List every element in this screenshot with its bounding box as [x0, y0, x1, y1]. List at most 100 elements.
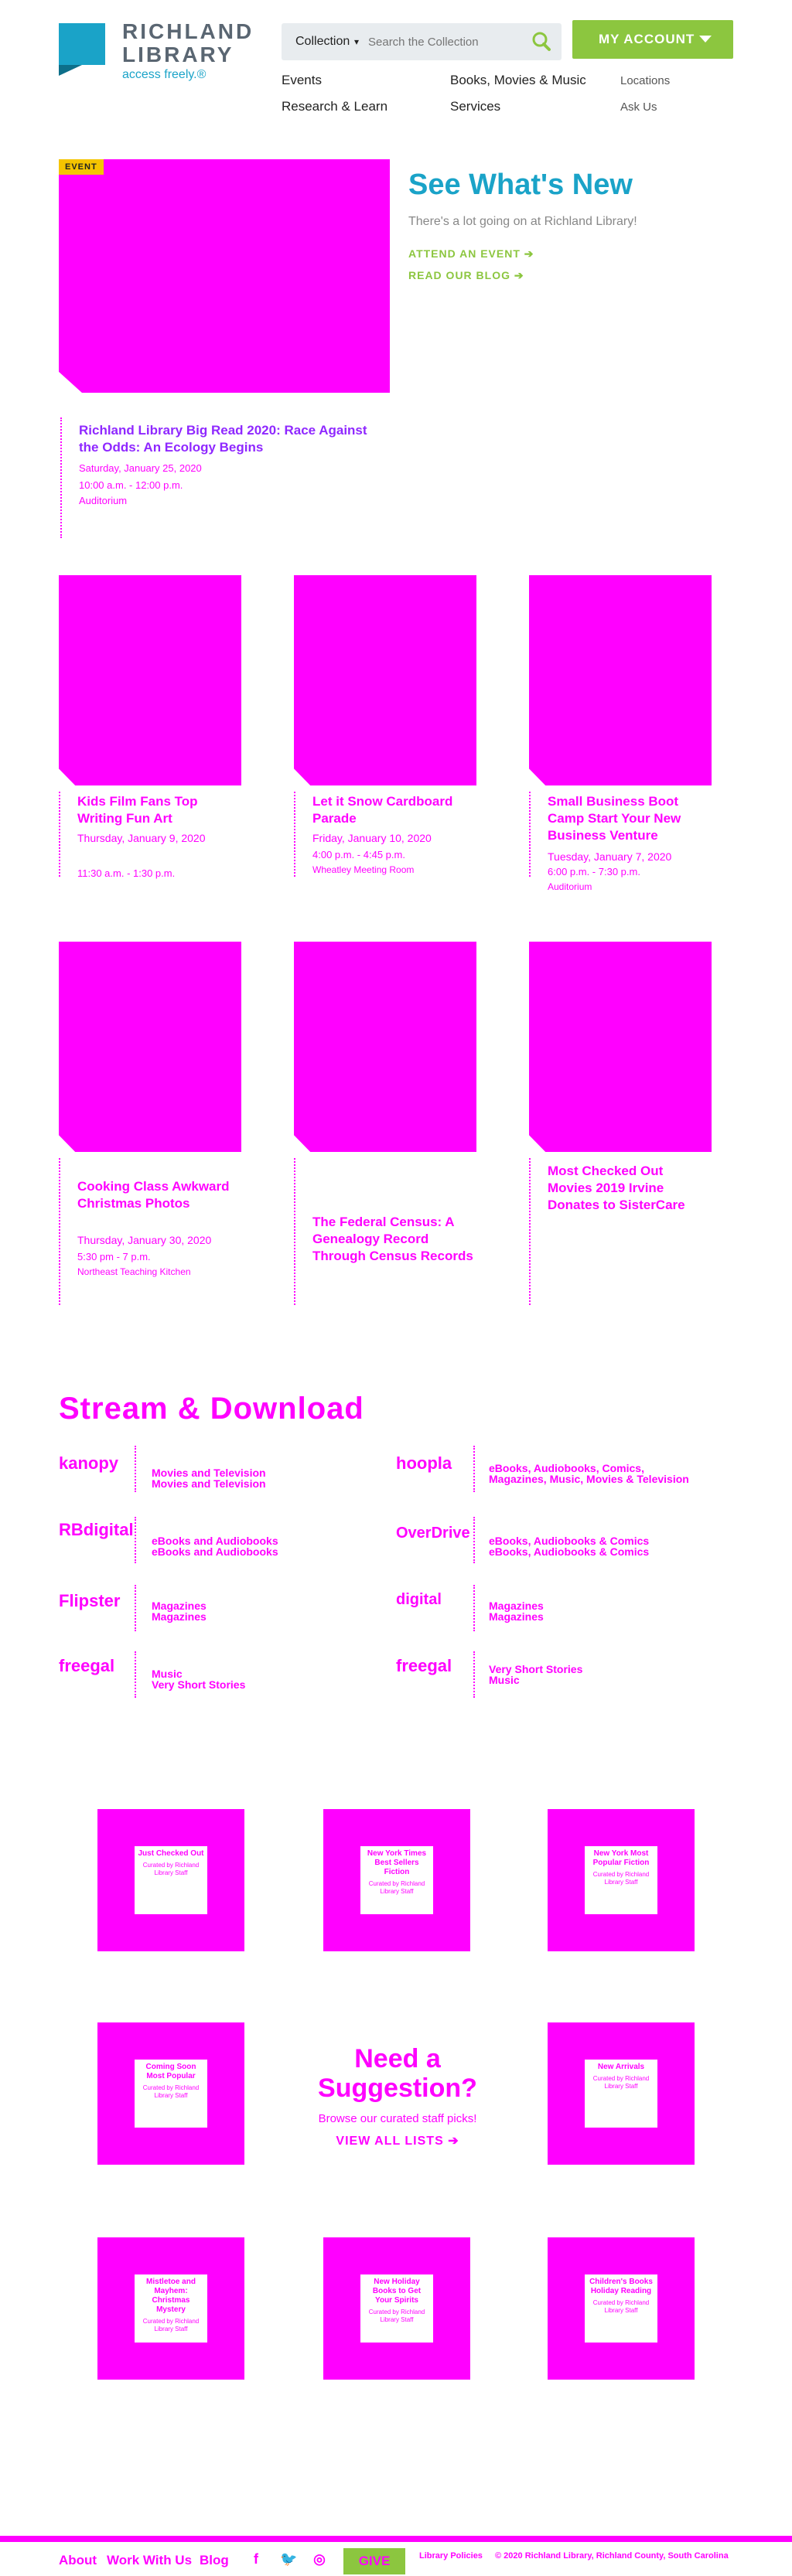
- event-image[interactable]: [294, 942, 476, 1152]
- instagram-icon[interactable]: ◎: [311, 2551, 328, 2571]
- footer-work-with-us-link[interactable]: Work With Us: [107, 2553, 192, 2568]
- list-tile[interactable]: New York Most Popular Fiction Curated by …: [548, 1809, 695, 1951]
- footer-blog-link[interactable]: Blog: [200, 2553, 229, 2568]
- list-tile[interactable]: Children's Books Holiday Reading Curated …: [548, 2237, 695, 2380]
- list-cover: New Arrivals Curated by Richland Library …: [582, 2056, 661, 2131]
- library-policies-link[interactable]: Library Policies: [419, 2551, 483, 2561]
- site-footer: About Work With Us Blog f 🐦 ◎ GIVE Libra…: [0, 2536, 792, 2576]
- list-tile[interactable]: New Arrivals Curated by Richland Library …: [548, 2022, 695, 2165]
- event-divider: [59, 792, 60, 877]
- list-tile[interactable]: New York Times Best Sellers Fiction Curat…: [323, 1809, 470, 1951]
- service-divider: [473, 1585, 475, 1631]
- event-image[interactable]: [59, 942, 241, 1152]
- event-image[interactable]: [529, 575, 712, 785]
- whats-new-subtitle: There's a lot going on at Richland Libra…: [408, 215, 637, 228]
- suggestion-subtitle: Browse our curated staff picks!: [318, 2112, 477, 2125]
- featured-event-time: 10:00 a.m. - 12:00 p.m.: [79, 479, 183, 491]
- list-cover: Children's Books Holiday Reading Curated …: [582, 2271, 661, 2346]
- service-divider: [135, 1446, 136, 1492]
- service-divider: [135, 1651, 136, 1698]
- footer-about-link[interactable]: About: [59, 2553, 97, 2568]
- service-description: eBooks, Audiobooks, Comics, Magazines, Mu…: [489, 1462, 689, 1485]
- rbdigital-logo[interactable]: RBdigital: [59, 1520, 134, 1557]
- attend-event-link[interactable]: ATTEND AN EVENT ➔: [408, 247, 534, 261]
- kanopy-logo[interactable]: kanopy: [59, 1453, 128, 1491]
- event-title[interactable]: Small Business Boot Camp Start Your New …: [548, 793, 710, 844]
- search-input[interactable]: [368, 30, 521, 53]
- facebook-icon[interactable]: f: [248, 2551, 265, 2571]
- hoopla-logo[interactable]: hoopla: [396, 1453, 466, 1491]
- event-divider: [529, 1158, 531, 1305]
- event-image[interactable]: [294, 575, 476, 785]
- service-description: Magazines Magazines: [489, 1600, 544, 1623]
- twitter-icon[interactable]: 🐦: [280, 2551, 297, 2571]
- search-scope-select[interactable]: Collection: [289, 31, 362, 53]
- service-divider: [473, 1517, 475, 1563]
- nav-books-movies-music[interactable]: Books, Movies & Music: [450, 73, 586, 88]
- list-tile[interactable]: New Holiday Books to Get Your Spirits Cur…: [323, 2237, 470, 2380]
- suggestion-block: Need a Suggestion? Browse our curated st…: [312, 2044, 483, 2148]
- search-icon[interactable]: [529, 29, 554, 54]
- nav-ask-us[interactable]: Ask Us: [620, 101, 657, 114]
- event-title[interactable]: Most Checked Out Movies 2019 Irvine Dona…: [548, 1163, 710, 1214]
- event-divider: [294, 792, 295, 877]
- event-divider: [529, 792, 531, 877]
- service-divider: [473, 1651, 475, 1698]
- list-cover: Just Checked Out Curated by Richland Libr…: [131, 1843, 210, 1917]
- nav-locations[interactable]: Locations: [620, 74, 670, 87]
- event-date: Thursday, January 9, 2020: [77, 832, 206, 844]
- event-image[interactable]: [529, 942, 712, 1152]
- event-room: Auditorium: [548, 881, 592, 892]
- overdrive-logo[interactable]: OverDrive: [396, 1525, 470, 1562]
- service-description: Music Very Short Stories: [152, 1668, 246, 1691]
- copyright-text: © 2020 Richland Library, Richland County…: [495, 2551, 729, 2561]
- stream-download-heading: Stream & Download: [59, 1392, 364, 1426]
- event-time: 6:00 p.m. - 7:30 p.m.: [548, 866, 640, 877]
- featured-event-title[interactable]: Richland Library Big Read 2020: Race Aga…: [79, 422, 373, 456]
- logo-mark-icon: [59, 23, 105, 76]
- service-description: eBooks, Audiobooks & Comics eBooks, Audio…: [489, 1535, 650, 1558]
- site-logo[interactable]: RICHLAND LIBRARY access freely.®: [59, 20, 260, 88]
- list-cover: New York Times Best Sellers Fiction Curat…: [357, 1843, 436, 1917]
- service-description: Movies and Television Movies and Televisi…: [152, 1467, 266, 1490]
- list-cover: New Holiday Books to Get Your Spirits Cur…: [357, 2271, 436, 2346]
- nav-services[interactable]: Services: [450, 99, 500, 114]
- freegal-logo[interactable]: freegal: [59, 1656, 128, 1693]
- freegal-logo[interactable]: freegal: [396, 1656, 466, 1693]
- service-description: Magazines Magazines: [152, 1600, 207, 1623]
- give-button[interactable]: GIVE: [343, 2548, 405, 2574]
- event-divider: [59, 1158, 60, 1305]
- featured-event-room: Auditorium: [79, 495, 128, 506]
- event-date: Tuesday, January 7, 2020: [548, 850, 672, 863]
- event-room: Northeast Teaching Kitchen: [77, 1266, 191, 1277]
- digital-magazines-logo[interactable]: digital: [396, 1591, 466, 1628]
- service-description: Very Short Stories Music: [489, 1663, 583, 1686]
- featured-event-date: Saturday, January 25, 2020: [79, 462, 202, 474]
- page: RICHLAND LIBRARY access freely.® Collect…: [0, 0, 792, 2576]
- list-tile[interactable]: Mistletoe and Mayhem: Christmas Mystery C…: [97, 2237, 244, 2380]
- event-time: 4:00 p.m. - 4:45 p.m.: [312, 849, 405, 860]
- event-title[interactable]: The Federal Census: A Genealogy Record T…: [312, 1214, 475, 1265]
- event-title[interactable]: Kids Film Fans Top Writing Fun Art: [77, 793, 240, 827]
- view-all-lists-link[interactable]: VIEW ALL LISTS ➔: [312, 2133, 483, 2148]
- my-account-button[interactable]: MY ACCOUNT: [572, 20, 733, 59]
- read-blog-link[interactable]: READ OUR BLOG ➔: [408, 269, 524, 282]
- flipster-logo[interactable]: Flipster: [59, 1591, 128, 1628]
- event-date: Thursday, January 30, 2020: [77, 1234, 212, 1246]
- event-title[interactable]: Cooking Class Awkward Christmas Photos: [77, 1178, 240, 1212]
- search-bar: Collection: [282, 23, 562, 60]
- event-image[interactable]: [59, 575, 241, 785]
- nav-events[interactable]: Events: [282, 73, 322, 88]
- event-time: 11:30 a.m. - 1:30 p.m.: [77, 867, 176, 879]
- featured-event-image[interactable]: [59, 159, 390, 393]
- whats-new-heading: See What's New: [408, 169, 633, 201]
- logo-tagline: access freely.®: [122, 68, 207, 81]
- service-divider: [135, 1517, 136, 1563]
- list-cover: New York Most Popular Fiction Curated by …: [582, 1843, 661, 1917]
- list-tile[interactable]: Coming Soon Most Popular Curated by Richl…: [97, 2022, 244, 2165]
- event-title[interactable]: Let it Snow Cardboard Parade: [312, 793, 475, 827]
- event-room: Wheatley Meeting Room: [312, 864, 415, 875]
- list-tile[interactable]: Just Checked Out Curated by Richland Libr…: [97, 1809, 244, 1951]
- nav-research-learn[interactable]: Research & Learn: [282, 99, 387, 114]
- event-time: 5:30 pm - 7 p.m.: [77, 1251, 151, 1262]
